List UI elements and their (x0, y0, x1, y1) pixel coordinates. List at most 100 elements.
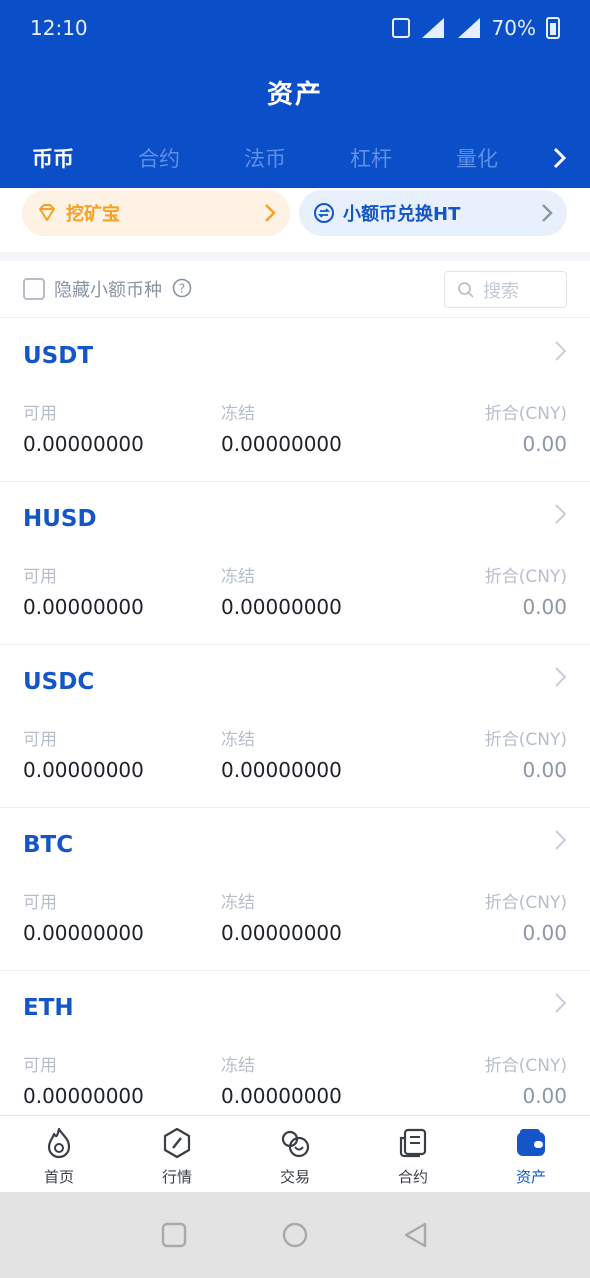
cny-value: 0.00 (522, 595, 567, 619)
frozen-label: 冻结 (221, 567, 255, 587)
search-placeholder: 搜索 (483, 280, 519, 302)
chevron-right-icon (555, 993, 567, 1013)
cny-label: 折合(CNY) (484, 1056, 567, 1076)
chevron-right-icon (265, 204, 276, 222)
frozen-label: 冻结 (221, 730, 255, 750)
title-bar: 资产 (0, 56, 590, 128)
cny-value: 0.00 (522, 432, 567, 456)
tab-margin[interactable]: 杠杆 (318, 143, 424, 173)
asset-list: USDT 可用 冻结 折合(CNY) 0.00000000 0.00000000… (0, 319, 590, 1134)
nav-trade[interactable]: 交易 (236, 1116, 354, 1192)
nav-market-label: 行情 (161, 1168, 192, 1186)
tab-quant[interactable]: 量化 (424, 143, 530, 173)
system-nav-bar (0, 1192, 590, 1278)
asset-name: HUSD (23, 506, 97, 532)
vibrate-icon (391, 18, 410, 38)
help-icon[interactable]: ? (172, 278, 192, 298)
chevron-right-icon[interactable] (548, 144, 572, 172)
page-title: 资产 (266, 79, 323, 110)
available-value: 0.00000000 (23, 595, 144, 619)
nav-home[interactable]: 首页 (0, 1116, 118, 1192)
asset-row-eth[interactable]: ETH 可用 冻结 折合(CNY) 0.00000000 0.00000000 … (0, 971, 590, 1134)
home-circle-icon[interactable] (282, 1222, 308, 1248)
status-bar: 12:10 70% (0, 0, 590, 56)
cny-value: 0.00 (522, 1084, 567, 1108)
available-value: 0.00000000 (23, 758, 144, 782)
compass-icon (163, 1127, 191, 1159)
convert-small-to-ht-button[interactable]: 小额币兑换HT (299, 190, 567, 236)
asset-name: USDT (23, 343, 94, 369)
available-label: 可用 (23, 567, 57, 587)
asset-row-husd[interactable]: HUSD 可用 冻结 折合(CNY) 0.00000000 0.00000000… (0, 482, 590, 645)
exchange-icon (314, 203, 334, 223)
tab-spot[interactable]: 币币 (0, 143, 106, 173)
tab-fiat[interactable]: 法币 (212, 143, 318, 173)
svg-text:?: ? (179, 282, 185, 296)
hide-small-checkbox[interactable] (23, 278, 45, 300)
frozen-value: 0.00000000 (221, 432, 342, 456)
chevron-right-icon (555, 667, 567, 687)
chevron-right-icon (555, 504, 567, 524)
asset-name: USDC (23, 669, 95, 695)
frozen-value: 0.00000000 (221, 921, 342, 945)
account-tabs: 币币 合约 法币 杠杆 量化 (0, 128, 590, 188)
wallet-icon (517, 1129, 545, 1156)
frozen-value: 0.00000000 (221, 595, 342, 619)
asset-row-usdt[interactable]: USDT 可用 冻结 折合(CNY) 0.00000000 0.00000000… (0, 319, 590, 482)
battery-icon (546, 17, 560, 39)
flame-icon (47, 1127, 71, 1159)
frozen-label: 冻结 (221, 1056, 255, 1076)
cny-value: 0.00 (522, 758, 567, 782)
chevron-right-icon (555, 341, 567, 361)
section-divider (0, 252, 590, 261)
frozen-value: 0.00000000 (221, 1084, 342, 1108)
cny-label: 折合(CNY) (484, 730, 567, 750)
nav-contract-label: 合约 (397, 1168, 428, 1186)
battery-percent: 70% (491, 16, 536, 40)
promo-row: 挖矿宝 小额币兑换HT (0, 188, 590, 252)
recents-icon[interactable] (161, 1222, 187, 1248)
signal-e-icon (421, 18, 444, 38)
cny-label: 折合(CNY) (484, 567, 567, 587)
nav-assets-label: 资产 (515, 1168, 546, 1186)
back-icon[interactable] (403, 1222, 429, 1248)
frozen-value: 0.00000000 (221, 758, 342, 782)
mining-pool-label: 挖矿宝 (66, 204, 120, 225)
asset-row-btc[interactable]: BTC 可用 冻结 折合(CNY) 0.00000000 0.00000000 … (0, 808, 590, 971)
hide-small-label[interactable]: 隐藏小额币种 (54, 276, 162, 302)
filter-row: 隐藏小额币种 ? 搜索 (0, 261, 590, 318)
available-value: 0.00000000 (23, 432, 144, 456)
document-icon (399, 1128, 427, 1158)
swap-icon (281, 1130, 310, 1158)
convert-small-label: 小额币兑换HT (343, 204, 461, 225)
nav-contract[interactable]: 合约 (354, 1116, 472, 1192)
chevron-right-icon (542, 204, 553, 222)
available-label: 可用 (23, 1056, 57, 1076)
available-value: 0.00000000 (23, 1084, 144, 1108)
mining-pool-button[interactable]: 挖矿宝 (22, 190, 290, 236)
search-input[interactable]: 搜索 (444, 271, 567, 308)
cny-label: 折合(CNY) (484, 893, 567, 913)
nav-home-label: 首页 (43, 1168, 74, 1186)
diamond-icon (39, 204, 55, 221)
cny-label: 折合(CNY) (484, 404, 567, 424)
nav-trade-label: 交易 (279, 1168, 310, 1186)
chevron-right-icon (555, 830, 567, 850)
asset-name: BTC (23, 832, 74, 858)
asset-row-usdc[interactable]: USDC 可用 冻结 折合(CNY) 0.00000000 0.00000000… (0, 645, 590, 808)
nav-market[interactable]: 行情 (118, 1116, 236, 1192)
available-value: 0.00000000 (23, 921, 144, 945)
cny-value: 0.00 (522, 921, 567, 945)
available-label: 可用 (23, 404, 57, 424)
available-label: 可用 (23, 893, 57, 913)
nav-assets[interactable]: 资产 (472, 1116, 590, 1192)
asset-name: ETH (23, 995, 74, 1021)
signal-4g-icon (457, 18, 480, 38)
available-label: 可用 (23, 730, 57, 750)
frozen-label: 冻结 (221, 404, 255, 424)
search-icon (458, 281, 474, 298)
status-time: 12:10 (30, 16, 88, 40)
status-indicators: 70% (391, 16, 560, 40)
tab-contract[interactable]: 合约 (106, 143, 212, 173)
frozen-label: 冻结 (221, 893, 255, 913)
